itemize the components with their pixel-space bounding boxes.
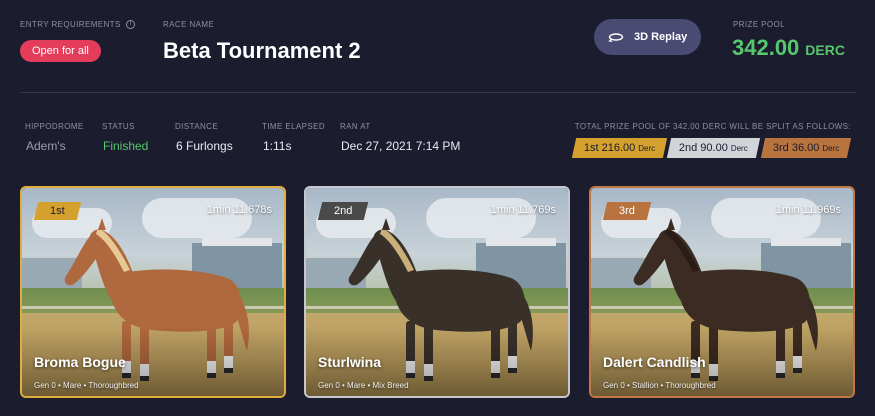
info-icon[interactable]: i — [126, 20, 136, 30]
replay-3d-button[interactable]: 3D Replay — [594, 19, 702, 55]
entry-requirement-badge: Open for all — [20, 40, 101, 62]
place-badge: 3rd — [602, 202, 652, 220]
ran-at-label: RAN AT — [340, 122, 371, 131]
horse-card-1[interactable]: 1st 1min 11.678s Broma Bogue Gen 0 • Mar… — [20, 186, 286, 398]
ran-at-value: Dec 27, 2021 7:14 PM — [341, 139, 461, 153]
distance-label: DISTANCE — [175, 122, 219, 131]
prize-unit: DERC — [805, 42, 845, 58]
horse-name: Sturlwina — [318, 354, 382, 370]
horse-card-2[interactable]: 2nd 1min 11.769s Sturlwina Gen 0 • Mare … — [304, 186, 570, 398]
finish-time: 1min 11.678s — [206, 204, 272, 216]
horse-name: Dalert Candlish — [603, 354, 706, 370]
horse-name: Broma Bogue — [34, 354, 126, 370]
split-second-tag: 2nd 90.00 Derc — [667, 138, 761, 158]
time-elapsed-value: 1:11s — [263, 139, 292, 153]
prize-split-caption: TOTAL PRIZE POOL OF 342.00 DERC WILL BE … — [574, 122, 851, 131]
place-badge: 2nd — [317, 202, 369, 220]
hippodrome-value: Adem's — [26, 139, 66, 153]
prize-pool-label: PRIZE POOL — [733, 20, 786, 29]
horse-card-3[interactable]: 3rd 1min 11.969s Dalert Candlish Gen 0 •… — [589, 186, 855, 398]
finish-time: 1min 11.969s — [775, 204, 841, 216]
horse-info: Gen 0 • Mare • Mix Breed — [318, 381, 409, 390]
horse-info: Gen 0 • Mare • Thoroughbred — [34, 381, 139, 390]
prize-pool-amount: 342.00 DERC — [732, 35, 845, 61]
race-name-label: RACE NAME — [163, 20, 215, 29]
time-elapsed-label: TIME ELAPSED — [262, 122, 326, 131]
replay-icon — [608, 33, 624, 42]
horse-info: Gen 0 • Stallion • Thoroughbred — [603, 381, 716, 390]
prize-split-tags: 1st 216.00 Derc 2nd 90.00 Derc 3rd 36.00 De… — [571, 138, 852, 158]
status-value: Finished — [103, 139, 149, 153]
section-divider — [20, 92, 856, 93]
entry-requirements-label: ENTRY REQUIREMENTS i — [20, 20, 136, 30]
race-title: Beta Tournament 2 — [163, 38, 361, 63]
replay-label: 3D Replay — [634, 31, 688, 43]
hippodrome-label: HIPPODROME — [25, 122, 84, 131]
prize-value: 342.00 — [732, 35, 800, 60]
finish-time: 1min 11.769s — [490, 204, 556, 216]
split-first-tag: 1st 216.00 Derc — [571, 138, 668, 158]
place-badge: 1st — [33, 202, 81, 220]
status-label: STATUS — [102, 122, 135, 131]
split-third-tag: 3rd 36.00 Derc — [760, 138, 852, 158]
distance-value: 6 Furlongs — [176, 139, 233, 153]
